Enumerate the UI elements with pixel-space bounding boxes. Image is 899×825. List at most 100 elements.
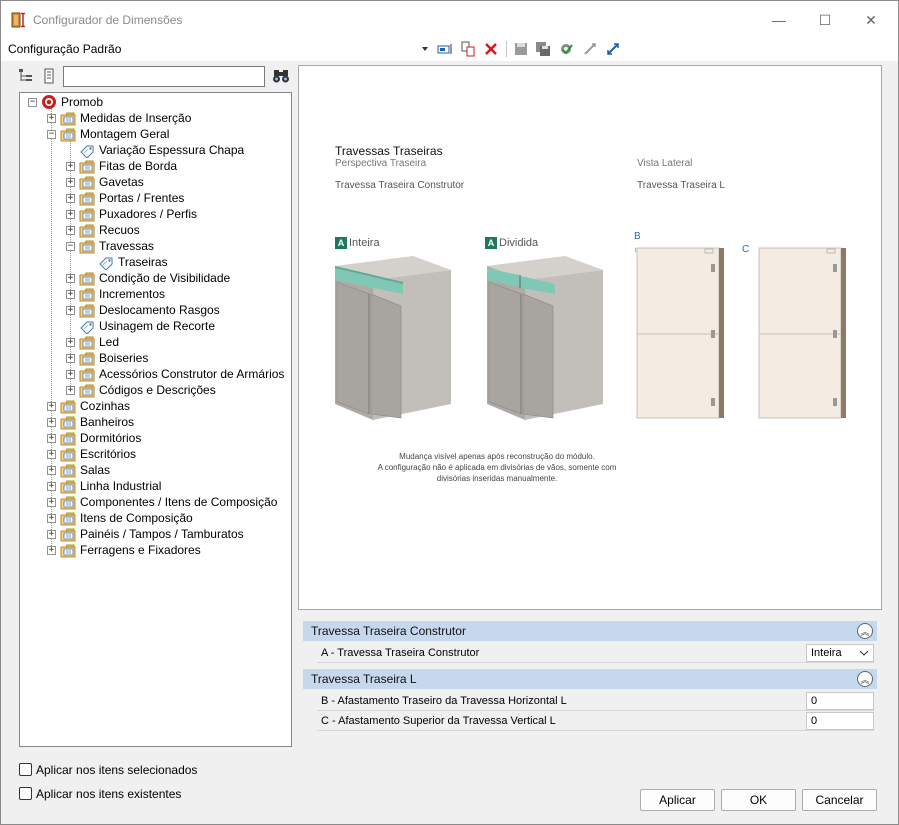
tree-root-promob[interactable]: − Promob — [28, 94, 103, 110]
tree-item[interactable]: + Escritórios — [47, 446, 136, 462]
tree-item[interactable]: + Linha Industrial — [47, 478, 161, 494]
expand-toggle-icon[interactable]: + — [66, 385, 75, 395]
tree-item[interactable]: + Medidas de Inserção — [47, 110, 191, 126]
collapse-toggle-icon[interactable]: − — [28, 97, 37, 107]
configuration-tree[interactable]: − Promob + Medidas de Inserção − Montagem G… — [19, 92, 292, 747]
tree-item-label: Recuos — [99, 223, 140, 237]
expand-toggle-icon[interactable]: + — [66, 305, 75, 315]
tree-item[interactable]: + Portas / Frentes — [66, 190, 184, 206]
tree-item[interactable]: + Acessórios Construtor de Armários — [66, 366, 284, 382]
tree-item[interactable]: + Incrementos — [66, 286, 165, 302]
expand-toggle-icon[interactable]: + — [66, 225, 75, 235]
apply-selected-checkbox[interactable] — [19, 763, 32, 776]
tree-item[interactable]: + Recuos — [66, 222, 140, 238]
folder-icon — [79, 192, 95, 205]
settings-check-icon[interactable] — [557, 40, 575, 58]
afastamento-superior-input[interactable]: 0 — [806, 712, 874, 730]
travessa-construtor-select[interactable]: Inteira — [806, 644, 874, 662]
tree-item[interactable]: + Fitas de Borda — [66, 158, 177, 174]
apply-button[interactable]: Aplicar — [640, 789, 715, 811]
collapse-section-icon[interactable]: ︽ — [857, 623, 873, 639]
expand-toggle-icon[interactable]: + — [66, 193, 75, 203]
expand-toggle-icon[interactable]: + — [47, 113, 56, 123]
preview-title: Travessas Traseiras — [335, 144, 443, 158]
property-row-b: B - Afastamento Traseiro da Travessa Hor… — [317, 691, 874, 711]
expand-toggle-icon[interactable]: + — [47, 465, 56, 475]
apply-existing-checkbox[interactable] — [19, 787, 32, 800]
tree-item[interactable]: + Salas — [47, 462, 110, 478]
tree-item-label: Variação Espessura Chapa — [99, 143, 245, 157]
expand-toggle-icon[interactable]: + — [47, 449, 56, 459]
cancel-button[interactable]: Cancelar — [802, 789, 877, 811]
expand-toggle-icon[interactable]: + — [66, 273, 75, 283]
tree-item[interactable]: + Códigos e Descrições — [66, 382, 216, 398]
expand-toggle-icon[interactable]: + — [66, 209, 75, 219]
tree-item[interactable]: + Banheiros — [47, 414, 134, 430]
title-bar: Configurador de Dimensões — ☐ ✕ — [1, 1, 898, 37]
expand-toggle-icon[interactable]: + — [47, 513, 56, 523]
marker-c: C — [742, 244, 750, 255]
ok-button[interactable]: OK — [721, 789, 796, 811]
close-window-button[interactable]: ✕ — [855, 9, 887, 31]
expand-toggle-icon[interactable]: + — [47, 497, 56, 507]
expand-toggle-icon[interactable]: + — [66, 161, 75, 171]
binoculars-search-icon[interactable] — [272, 68, 290, 84]
expand-toggle-icon[interactable]: + — [66, 289, 75, 299]
dropdown-arrow-icon[interactable] — [420, 40, 430, 58]
tree-item[interactable]: − Travessas — [66, 238, 154, 254]
expand-toggle-icon[interactable]: + — [47, 433, 56, 443]
tree-item[interactable]: + Ferragens e Fixadores — [47, 542, 201, 558]
tree-view-icon[interactable] — [18, 68, 34, 84]
save-icon[interactable] — [512, 40, 530, 58]
delete-config-icon[interactable] — [482, 40, 500, 58]
folder-icon — [60, 512, 76, 525]
tree-item[interactable]: Usinagem de Recorte — [66, 318, 215, 335]
tree-item[interactable]: + Led — [66, 334, 119, 350]
tree-item-label: Portas / Frentes — [99, 191, 185, 205]
tree-item[interactable]: + Puxadores / Perfis — [66, 206, 197, 222]
preview-note-line2: A configuração não é aplicada em divisór… — [377, 463, 617, 472]
tree-item[interactable]: + Deslocamento Rasgos — [66, 302, 220, 318]
tree-item[interactable]: Variação Espessura Chapa — [66, 142, 245, 159]
expand-toggle-icon[interactable]: + — [47, 545, 56, 555]
tree-item[interactable]: + Cozinhas — [47, 398, 130, 414]
expand-toggle-icon[interactable]: + — [66, 337, 75, 347]
tree-item[interactable]: + Condição de Visibilidade — [66, 270, 230, 286]
configuration-selector[interactable]: Configuração Padrão — [8, 42, 121, 56]
collapse-arrows-icon[interactable] — [581, 40, 599, 58]
expand-toggle-icon[interactable]: + — [47, 417, 56, 427]
expand-toggle-icon[interactable]: + — [47, 481, 56, 491]
folder-icon — [79, 272, 95, 285]
apply-selected-label: Aplicar nos itens selecionados — [36, 763, 198, 777]
copy-config-icon[interactable] — [459, 40, 477, 58]
tree-item[interactable]: − Montagem Geral — [47, 126, 169, 142]
section-travessa-traseira-l[interactable]: Travessa Traseira L ︽ — [303, 669, 877, 689]
expand-toggle-icon[interactable]: + — [47, 529, 56, 539]
tree-item[interactable]: + Componentes / Itens de Composição — [47, 494, 277, 510]
tree-item-label: Códigos e Descrições — [99, 383, 216, 397]
section-travessa-traseira-construtor[interactable]: Travessa Traseira Construtor ︽ — [303, 621, 877, 641]
afastamento-traseiro-input[interactable]: 0 — [806, 692, 874, 710]
expand-toggle-icon[interactable]: + — [47, 401, 56, 411]
collapse-toggle-icon[interactable]: − — [66, 241, 75, 251]
expand-toggle-icon[interactable]: + — [66, 353, 75, 363]
collapse-section-icon[interactable]: ︽ — [857, 671, 873, 687]
expand-toggle-icon[interactable]: + — [66, 369, 75, 379]
minimize-button[interactable]: — — [763, 9, 795, 31]
tree-item[interactable]: + Boiseries — [66, 350, 148, 366]
tree-item[interactable]: Traseiras — [85, 254, 168, 271]
expand-arrows-icon[interactable] — [604, 40, 622, 58]
expand-toggle-icon[interactable]: + — [66, 177, 75, 187]
folder-icon — [60, 128, 76, 141]
collapse-toggle-icon[interactable]: − — [47, 129, 56, 139]
rename-config-icon[interactable] — [436, 40, 454, 58]
folder-icon — [60, 496, 76, 509]
save-as-icon[interactable] — [534, 40, 552, 58]
list-view-icon[interactable] — [42, 68, 56, 84]
maximize-button[interactable]: ☐ — [809, 9, 841, 31]
tree-search-input[interactable] — [63, 66, 265, 87]
tree-item[interactable]: + Itens de Composição — [47, 510, 193, 526]
tree-item[interactable]: + Dormitórios — [47, 430, 141, 446]
tree-item[interactable]: + Painéis / Tampos / Tamburatos — [47, 526, 244, 542]
tree-item[interactable]: + Gavetas — [66, 174, 144, 190]
